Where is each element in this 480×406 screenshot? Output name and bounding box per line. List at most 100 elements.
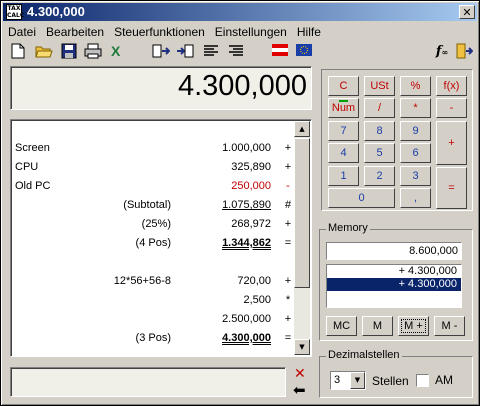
tape-row-value: 4.300,000 — [222, 332, 271, 344]
tape-row-operator: = — [284, 332, 292, 344]
backspace-icon[interactable]: ⬅ — [293, 381, 306, 399]
key-plus[interactable]: + — [436, 121, 467, 165]
decimal-select-value: 3 — [334, 374, 341, 386]
tape-row-label: Screen — [15, 142, 50, 154]
print-icon[interactable] — [84, 43, 102, 61]
open-folder-icon[interactable] — [35, 43, 53, 61]
key-6[interactable]: 6 — [400, 143, 431, 163]
tape-scrollbar[interactable]: ▲ ▼ — [294, 121, 310, 355]
key-minus[interactable]: - — [436, 98, 467, 118]
stellen-label: Stellen — [372, 374, 409, 388]
austria-flag-icon[interactable] — [271, 43, 289, 61]
tape-row-label: Old PC — [15, 180, 51, 192]
tape-row-label: 12*56+56-8 — [113, 275, 171, 287]
scroll-down-icon[interactable]: ▼ — [294, 339, 310, 355]
title-bar[interactable]: TAX CALC 4.300,000 ✕ — [3, 3, 477, 21]
key-equals[interactable]: = — [436, 167, 467, 209]
svg-text:X: X — [111, 43, 121, 59]
tape-row: (3 Pos) 4.300,000 = — [11, 330, 297, 348]
dezimal-label: Dezimalstellen — [326, 349, 402, 361]
exit-icon[interactable] — [455, 43, 474, 61]
tape-row-value: 720,00 — [237, 275, 271, 287]
tape-row-value: 325,890 — [231, 161, 271, 173]
display-value: 4.300,000 — [177, 70, 307, 102]
tape-row-label: (25%) — [141, 218, 171, 230]
key-0[interactable]: 0 — [328, 188, 395, 208]
key-5[interactable]: 5 — [364, 143, 395, 163]
main-window: TAX CALC 4.300,000 ✕ Datei Bearbeiten Steue… — [0, 0, 480, 406]
key-9[interactable]: 9 — [400, 121, 431, 141]
paste-right-icon[interactable] — [176, 43, 194, 61]
tape-row-label: (3 Pos) — [135, 332, 171, 344]
tape-row-value: 250,000 — [231, 180, 271, 192]
function-icon[interactable]: f∞ — [433, 43, 451, 61]
align-left-icon[interactable] — [202, 43, 220, 61]
tape-row-operator: # — [284, 199, 292, 211]
memory-list[interactable]: + 4.300,000 + 4.300,000 — [326, 264, 462, 308]
tape-row: (4 Pos) 1.344,862 = — [11, 235, 297, 253]
tape-row-operator: * — [285, 294, 291, 306]
key-4[interactable]: 4 — [328, 143, 359, 163]
menu-hilfe[interactable]: Hilfe — [292, 23, 326, 41]
tape-row: 12*56+56-8 720,00 + — [11, 273, 297, 291]
tape-list[interactable]: Screen 1.000,000 + CPU 325,890 + Old PC 250,000… — [10, 119, 312, 357]
tape-row: (25%) 268,972 + — [11, 216, 297, 234]
key-3[interactable]: 3 — [400, 166, 431, 186]
close-button[interactable]: ✕ — [459, 5, 475, 19]
key-c[interactable]: C — [328, 76, 359, 96]
decimal-select[interactable]: 3 ▼ — [330, 371, 366, 390]
key-ust[interactable]: USt — [364, 76, 395, 96]
key-num-label: Num — [331, 102, 356, 114]
key-comma[interactable]: , — [400, 188, 431, 208]
am-checkbox[interactable] — [416, 374, 429, 387]
memory-list-item[interactable]: + 4.300,000 — [327, 265, 461, 278]
tape-row-operator: + — [284, 218, 292, 230]
align-right-icon[interactable] — [227, 43, 245, 61]
menu-bearbeiten[interactable]: Bearbeiten — [41, 23, 109, 41]
tape-row: 2.500,000 + — [11, 311, 297, 329]
tape-row-operator: + — [284, 142, 292, 154]
chevron-down-icon[interactable]: ▼ — [350, 372, 365, 389]
new-file-icon[interactable] — [9, 43, 27, 61]
app-icon: TAX CALC — [6, 4, 25, 20]
eu-flag-icon[interactable] — [295, 43, 313, 61]
m-plus-button[interactable]: M + — [398, 316, 429, 336]
scroll-up-icon[interactable]: ▲ — [294, 121, 310, 137]
memory-label: Memory — [326, 222, 370, 234]
tape-row: Old PC 250,000 - — [11, 178, 297, 196]
m-minus-button[interactable]: M - — [434, 316, 465, 336]
excel-icon[interactable]: X — [109, 43, 127, 61]
input-field[interactable] — [10, 367, 286, 397]
tape-row: (Subtotal) 1.075,890 # — [11, 197, 297, 215]
key-8[interactable]: 8 — [364, 121, 395, 141]
tape-row-value: 1.344,862 — [222, 237, 271, 249]
tape-row-label: CPU — [15, 161, 39, 173]
tape-row-value: 2,500 — [243, 294, 271, 306]
memory-group: Memory 8.600,000 + 4.300,000 + 4.300,000… — [319, 222, 473, 341]
tape-row-value: 1.075,890 — [222, 199, 271, 211]
key-1[interactable]: 1 — [328, 166, 359, 186]
tape-row-value: 268,972 — [231, 218, 271, 230]
mc-button[interactable]: MC — [326, 316, 357, 336]
main-display: 4.300,000 — [10, 66, 312, 110]
menu-datei[interactable]: Datei — [3, 23, 41, 41]
key-num[interactable]: Num — [328, 98, 359, 118]
key-divide[interactable]: / — [364, 98, 395, 118]
memory-list-item-selected[interactable]: + 4.300,000 — [327, 278, 461, 291]
paste-left-icon[interactable] — [152, 43, 171, 61]
num-indicator — [339, 100, 348, 102]
key-percent[interactable]: % — [400, 76, 431, 96]
menu-bar: Datei Bearbeiten Steuerfunktionen Einstellu… — [3, 23, 477, 41]
key-7[interactable]: 7 — [328, 121, 359, 141]
tape-row-operator: + — [284, 161, 292, 173]
key-multiply[interactable]: * — [400, 98, 431, 118]
tape-row: CPU 325,890 + — [11, 159, 297, 177]
save-icon[interactable] — [60, 43, 78, 61]
menu-steuerfunktionen[interactable]: Steuerfunktionen — [109, 23, 210, 41]
key-2[interactable]: 2 — [364, 166, 395, 186]
clear-input-icon[interactable]: ✕ — [294, 366, 306, 382]
scroll-thumb[interactable] — [294, 138, 310, 288]
m-button[interactable]: M — [362, 316, 393, 336]
menu-einstellungen[interactable]: Einstellungen — [210, 23, 292, 41]
key-fx[interactable]: f(x) — [436, 76, 467, 96]
